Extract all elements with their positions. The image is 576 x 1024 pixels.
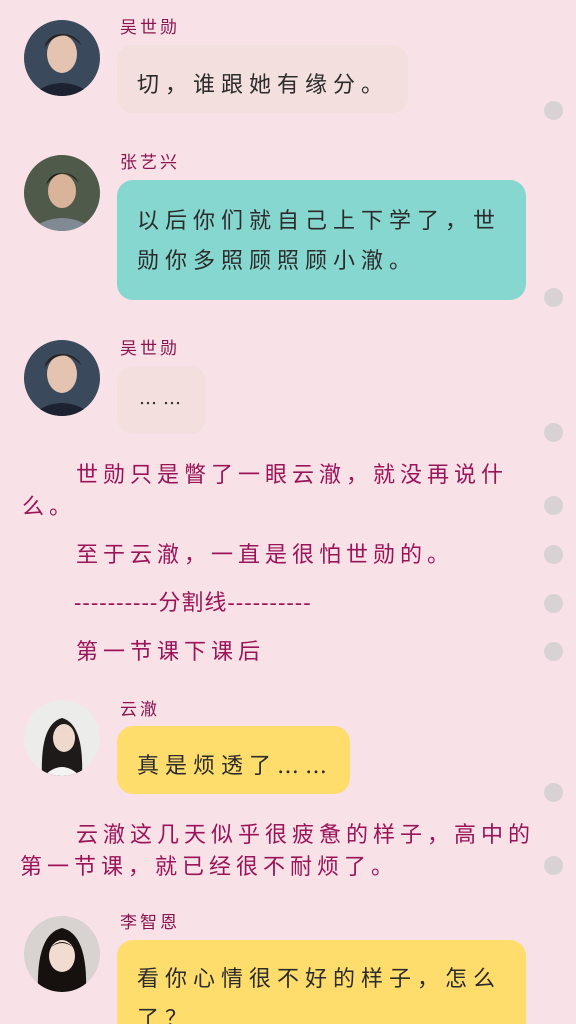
message-text: 以后你们就自己上下学了，世勋你多照顾照顾小澈。	[137, 209, 502, 274]
message-text: ……	[139, 388, 187, 409]
avatar-yun-che[interactable]	[24, 700, 100, 776]
sender-name: 吴世勋	[120, 339, 180, 359]
narration-paragraph: 云澈这几天似乎很疲惫的样子，高中的第一节课，就已经很不耐烦了。	[20, 823, 536, 880]
sender-name: 李智恩	[120, 913, 180, 933]
scroll-dot	[544, 101, 563, 120]
message-bubble[interactable]: 以后你们就自己上下学了，世勋你多照顾照顾小澈。	[117, 180, 526, 300]
sender-name: 张艺兴	[120, 153, 180, 173]
avatar-wu-shixun[interactable]	[24, 340, 100, 416]
narration-paragraph: 世勋只是瞥了一眼云澈，就没再说什么。	[22, 463, 509, 520]
scroll-dot	[544, 642, 563, 661]
narration-heading: 第一节课下课后	[76, 640, 266, 665]
scroll-dot	[544, 288, 563, 307]
scroll-dot	[544, 423, 563, 442]
message-bubble[interactable]: 看你心情很不好的样子，怎么了？	[117, 940, 526, 1024]
message-text: 切，谁跟她有缘分。	[137, 73, 390, 98]
scroll-dot	[544, 545, 563, 564]
message-text: 看你心情很不好的样子，怎么了？	[137, 967, 502, 1024]
avatar-wu-shixun[interactable]	[24, 20, 100, 96]
scroll-dot	[544, 783, 563, 802]
message-bubble[interactable]: 切，谁跟她有缘分。	[117, 45, 408, 113]
message-bubble[interactable]: ……	[117, 366, 206, 434]
narration-paragraph: 至于云澈，一直是很怕世勋的。	[76, 543, 455, 568]
avatar-zhang-yixing[interactable]	[24, 155, 100, 231]
sender-name: 云澈	[120, 700, 160, 720]
scroll-dot	[544, 594, 563, 613]
sender-name: 吴世勋	[120, 18, 180, 38]
section-divider: ----------分割线----------	[74, 591, 312, 616]
avatar-li-zhien[interactable]	[24, 916, 100, 992]
scroll-dot	[544, 856, 563, 875]
message-bubble[interactable]: 真是烦透了……	[117, 726, 350, 794]
scroll-dot	[544, 496, 563, 515]
message-text: 真是烦透了……	[137, 754, 334, 779]
